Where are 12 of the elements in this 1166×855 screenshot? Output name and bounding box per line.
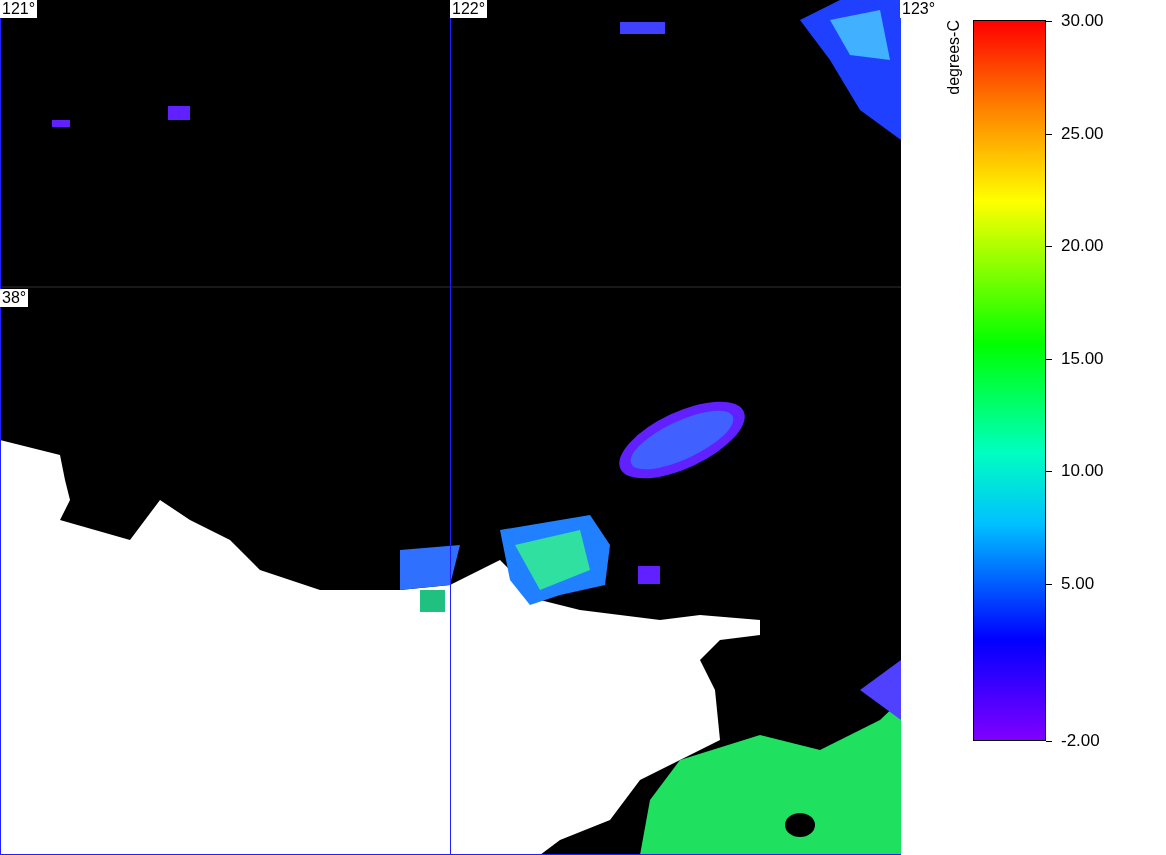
longitude-label: 122°: [450, 0, 488, 18]
latitude-label: 38°: [0, 289, 29, 307]
scale-tick-label: 30.00: [1061, 11, 1104, 31]
scale-tick-label: 25.00: [1061, 123, 1104, 144]
scale-tick-label: 20.00: [1061, 236, 1104, 256]
scale-title: degrees-C: [945, 20, 963, 95]
scale-tick-label: 15.00: [1061, 348, 1104, 369]
scale-tick-label: 5.00: [1061, 573, 1095, 594]
longitude-label: 123°: [900, 0, 938, 18]
scale-tick-label: -2.00: [1061, 731, 1100, 751]
longitude-label: 121°: [0, 0, 38, 18]
scale-tick-label: 10.00: [1061, 461, 1104, 481]
